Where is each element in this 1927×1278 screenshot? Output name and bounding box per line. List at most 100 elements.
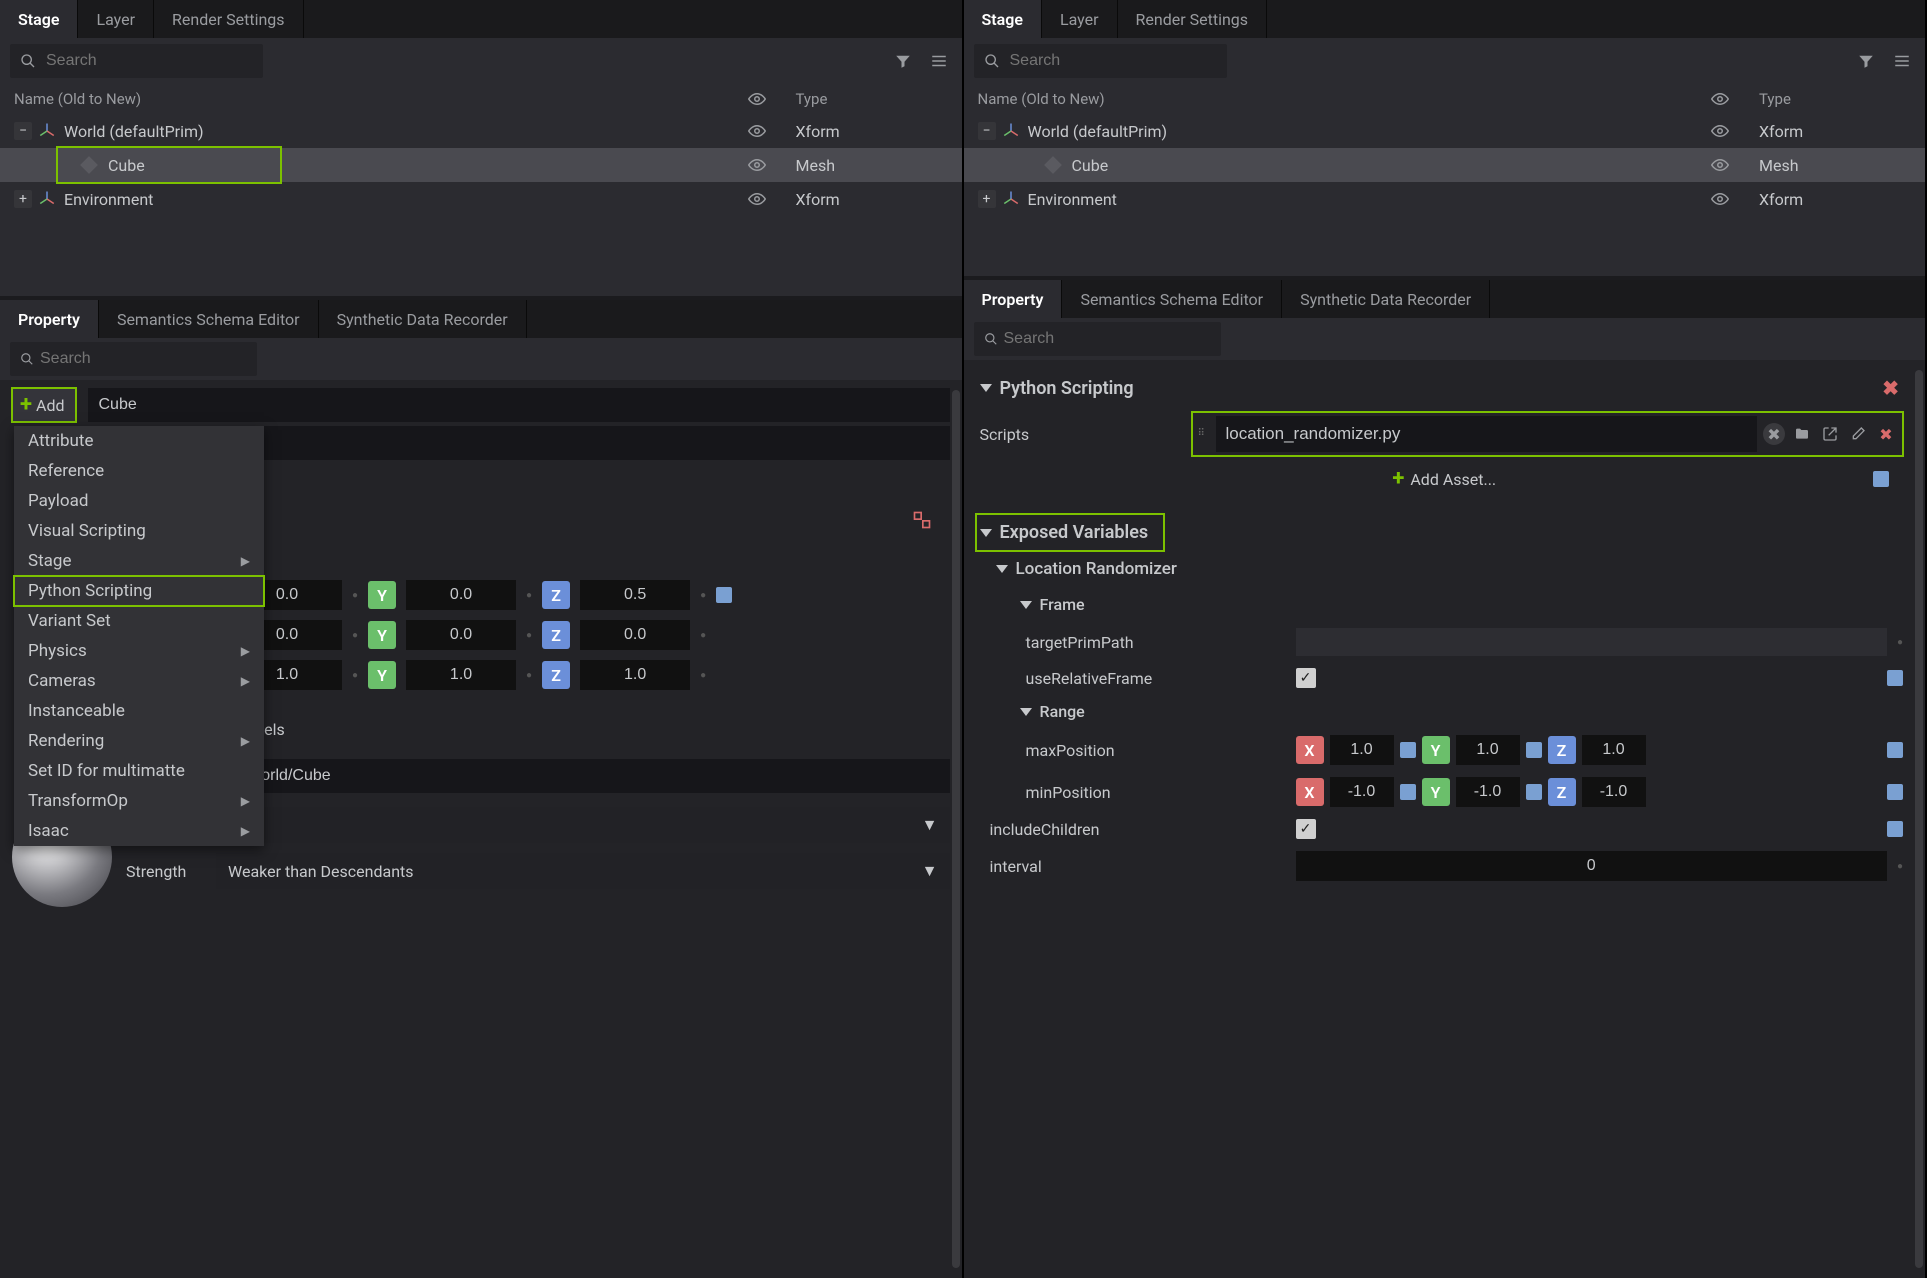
translate-y[interactable]: [406, 580, 516, 610]
reset-indicator[interactable]: [1887, 821, 1903, 837]
col-type-header[interactable]: Type: [788, 90, 948, 108]
col-name-header[interactable]: Name (Old to New): [978, 90, 1712, 108]
target-prim-path-field[interactable]: [1296, 628, 1887, 656]
collapse-icon[interactable]: −: [14, 122, 32, 140]
scrollbar[interactable]: [1915, 370, 1923, 1268]
filter-icon[interactable]: [890, 48, 916, 74]
filter-icon[interactable]: [1853, 48, 1879, 74]
max-y[interactable]: [1456, 735, 1520, 765]
menu-attribute[interactable]: Attribute: [14, 426, 264, 456]
visibility-toggle[interactable]: [748, 156, 788, 174]
reset-indicator[interactable]: [1873, 471, 1889, 487]
hamburger-icon[interactable]: [1889, 48, 1915, 74]
menu-stage[interactable]: Stage▶: [14, 546, 264, 576]
tab-stage[interactable]: Stage: [964, 0, 1042, 38]
reset-indicator[interactable]: [1400, 742, 1416, 758]
menu-set-id-multimatte[interactable]: Set ID for multimatte: [14, 756, 264, 786]
tab-synthetic-data[interactable]: Synthetic Data Recorder: [1282, 280, 1490, 318]
property-search-input[interactable]: [10, 342, 257, 376]
tree-row-world[interactable]: − World (defaultPrim) Xform: [964, 114, 1926, 148]
tab-layer[interactable]: Layer: [1042, 0, 1118, 38]
menu-cameras[interactable]: Cameras▶: [14, 666, 264, 696]
hamburger-icon[interactable]: [926, 48, 952, 74]
tab-layer[interactable]: Layer: [78, 0, 154, 38]
tab-semantics[interactable]: Semantics Schema Editor: [1062, 280, 1282, 318]
tab-property[interactable]: Property: [964, 280, 1063, 318]
max-z[interactable]: [1582, 735, 1646, 765]
stage-search-input[interactable]: [10, 44, 263, 78]
location-randomizer-header[interactable]: Location Randomizer: [976, 551, 1914, 587]
min-x[interactable]: [1330, 777, 1394, 807]
menu-transformop[interactable]: TransformOp▶: [14, 786, 264, 816]
menu-isaac[interactable]: Isaac▶: [14, 816, 264, 846]
scale-z[interactable]: [580, 660, 690, 690]
remove-section-icon[interactable]: ✖: [1882, 376, 1909, 400]
reset-indicator[interactable]: [716, 587, 732, 603]
reset-indicator[interactable]: [1887, 670, 1903, 686]
visibility-toggle[interactable]: [1711, 190, 1751, 208]
scrollbar[interactable]: [952, 390, 960, 1268]
stage-search-input[interactable]: [974, 44, 1227, 78]
translate-z[interactable]: [580, 580, 690, 610]
pivot-icon[interactable]: [912, 510, 932, 530]
expand-icon[interactable]: +: [14, 190, 32, 208]
visibility-toggle[interactable]: [748, 122, 788, 140]
add-button[interactable]: + Add: [12, 388, 76, 422]
strength-dropdown[interactable]: Weaker than Descendants ▼: [216, 853, 950, 889]
property-search-input[interactable]: [974, 322, 1221, 356]
frame-header[interactable]: Frame: [976, 587, 1914, 622]
reset-indicator[interactable]: [1400, 784, 1416, 800]
max-x[interactable]: [1330, 735, 1394, 765]
tab-stage[interactable]: Stage: [0, 0, 78, 38]
folder-icon[interactable]: [1791, 423, 1813, 445]
tab-render-settings[interactable]: Render Settings: [154, 0, 304, 38]
menu-physics[interactable]: Physics▶: [14, 636, 264, 666]
include-children-checkbox[interactable]: [1296, 819, 1316, 839]
clear-icon[interactable]: ✖: [1763, 423, 1785, 445]
collapse-icon[interactable]: −: [978, 122, 996, 140]
visibility-toggle[interactable]: [1711, 156, 1751, 174]
tree-row-cube[interactable]: Cube Mesh: [964, 148, 1926, 182]
tab-property[interactable]: Property: [0, 300, 99, 338]
menu-rendering[interactable]: Rendering▶: [14, 726, 264, 756]
range-header[interactable]: Range: [976, 694, 1914, 729]
reset-indicator[interactable]: [1526, 784, 1542, 800]
open-external-icon[interactable]: [1819, 423, 1841, 445]
scale-y[interactable]: [406, 660, 516, 690]
add-asset-row[interactable]: + Add Asset...: [976, 460, 1914, 498]
menu-reference[interactable]: Reference: [14, 456, 264, 486]
min-y[interactable]: [1456, 777, 1520, 807]
edit-icon[interactable]: [1847, 423, 1869, 445]
col-type-header[interactable]: Type: [1751, 90, 1911, 108]
prim-path-field[interactable]: [232, 759, 950, 793]
tab-semantics[interactable]: Semantics Schema Editor: [99, 300, 319, 338]
menu-payload[interactable]: Payload: [14, 486, 264, 516]
tab-synthetic-data[interactable]: Synthetic Data Recorder: [319, 300, 527, 338]
reset-indicator[interactable]: [1526, 742, 1542, 758]
exposed-variables-header[interactable]: Exposed Variables: [976, 514, 1165, 551]
prim-name-field[interactable]: [88, 388, 949, 422]
tab-render-settings[interactable]: Render Settings: [1118, 0, 1268, 38]
rotate-z[interactable]: [580, 620, 690, 650]
visibility-toggle[interactable]: [748, 190, 788, 208]
delete-icon[interactable]: ✖: [1875, 423, 1897, 445]
interval-field[interactable]: [1296, 851, 1887, 881]
reset-indicator[interactable]: [1887, 784, 1903, 800]
menu-variant-set[interactable]: Variant Set: [14, 606, 264, 636]
python-scripting-header[interactable]: Python Scripting ✖: [976, 368, 1914, 408]
rotate-y[interactable]: [406, 620, 516, 650]
min-z[interactable]: [1582, 777, 1646, 807]
reset-indicator[interactable]: [1887, 742, 1903, 758]
tree-row-world[interactable]: − World (defaultPrim) Xform: [0, 114, 962, 148]
tree-row-environment[interactable]: + Environment Xform: [964, 182, 1926, 216]
tree-row-environment[interactable]: + Environment Xform: [0, 182, 962, 216]
expand-icon[interactable]: +: [978, 190, 996, 208]
visibility-toggle[interactable]: [1711, 122, 1751, 140]
grip-icon[interactable]: ⠿: [1198, 432, 1210, 436]
use-relative-frame-checkbox[interactable]: [1296, 668, 1316, 688]
menu-instanceable[interactable]: Instanceable: [14, 696, 264, 726]
script-file-field[interactable]: [1216, 416, 1758, 452]
prim-name-field-2[interactable]: [192, 426, 950, 460]
menu-visual-scripting[interactable]: Visual Scripting: [14, 516, 264, 546]
menu-python-scripting[interactable]: Python Scripting: [14, 576, 264, 606]
